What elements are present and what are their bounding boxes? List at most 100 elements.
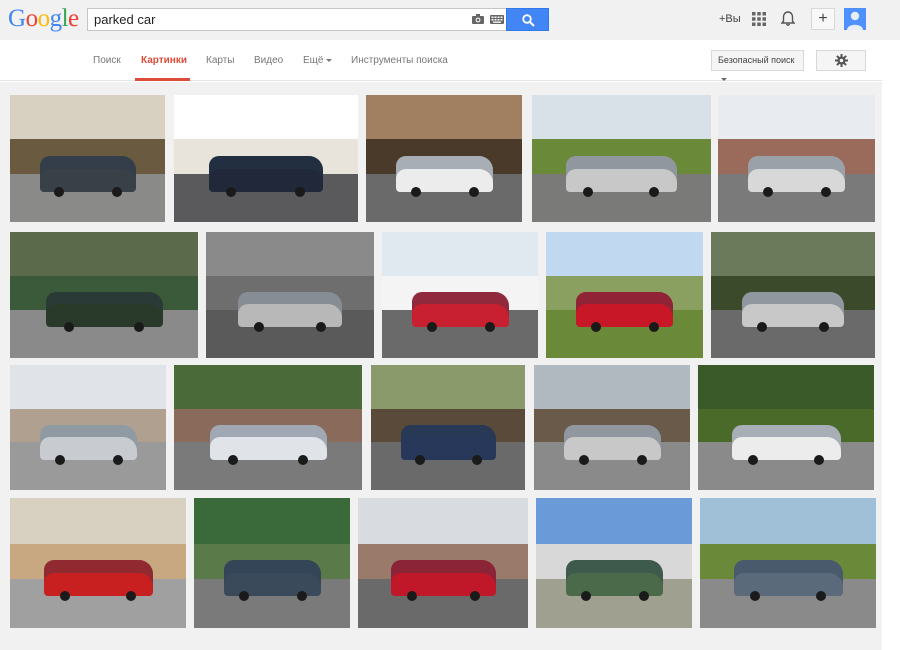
parked-car bbox=[742, 292, 844, 327]
car-wheel bbox=[581, 591, 591, 601]
thumbnail-background bbox=[700, 498, 876, 544]
car-wheel bbox=[750, 591, 760, 601]
parked-car bbox=[401, 425, 496, 460]
car-wheel bbox=[470, 591, 480, 601]
thumbnail-background bbox=[10, 232, 198, 276]
car-wheel bbox=[591, 322, 601, 332]
search-input[interactable] bbox=[94, 11, 454, 28]
car-wheel bbox=[757, 322, 767, 332]
tab-search[interactable]: Поиск bbox=[93, 55, 121, 66]
image-result-thumbnail[interactable] bbox=[711, 232, 875, 358]
parked-car bbox=[210, 425, 327, 460]
plus-icon: + bbox=[818, 10, 828, 27]
tab-images[interactable]: Картинки bbox=[141, 55, 187, 66]
image-result-thumbnail[interactable] bbox=[10, 365, 166, 490]
image-result-thumbnail[interactable] bbox=[546, 232, 703, 358]
thumbnail-background bbox=[10, 498, 186, 544]
car-wheel bbox=[254, 322, 264, 332]
car-wheel bbox=[407, 591, 417, 601]
car-wheel bbox=[113, 455, 123, 465]
parked-car bbox=[748, 156, 845, 192]
thumbnail-background bbox=[174, 365, 362, 409]
car-wheel bbox=[637, 455, 647, 465]
car-wheel bbox=[298, 455, 308, 465]
image-result-thumbnail[interactable] bbox=[194, 498, 350, 628]
plus-you-link[interactable]: +Вы bbox=[719, 13, 741, 25]
car-wheel bbox=[295, 187, 305, 197]
parked-car bbox=[732, 425, 841, 460]
car-wheel bbox=[226, 187, 236, 197]
user-silhouette-icon bbox=[844, 8, 866, 30]
car-wheel bbox=[816, 591, 826, 601]
image-result-thumbnail[interactable] bbox=[534, 365, 690, 490]
parked-car bbox=[576, 292, 673, 327]
image-result-thumbnail[interactable] bbox=[10, 498, 186, 628]
car-wheel bbox=[649, 322, 659, 332]
parked-car bbox=[40, 425, 137, 460]
tab-video[interactable]: Видео bbox=[254, 55, 283, 66]
image-result-thumbnail[interactable] bbox=[174, 95, 358, 222]
thumbnail-background bbox=[366, 95, 522, 139]
logo-letter: G bbox=[8, 5, 26, 32]
parked-car bbox=[238, 292, 342, 327]
image-result-thumbnail[interactable] bbox=[698, 365, 874, 490]
car-wheel bbox=[228, 455, 238, 465]
car-wheel bbox=[472, 455, 482, 465]
tab-search-tools[interactable]: Инструменты поиска bbox=[351, 55, 448, 66]
car-wheel bbox=[60, 591, 70, 601]
parked-car bbox=[396, 156, 493, 192]
image-result-thumbnail[interactable] bbox=[358, 498, 528, 628]
active-tab-indicator bbox=[135, 78, 190, 81]
car-wheel bbox=[583, 187, 593, 197]
image-result-thumbnail[interactable] bbox=[718, 95, 875, 222]
image-result-thumbnail[interactable] bbox=[174, 365, 362, 490]
parked-car bbox=[46, 292, 163, 327]
car-wheel bbox=[411, 187, 421, 197]
image-result-thumbnail[interactable] bbox=[532, 95, 711, 222]
apps-grid-icon[interactable] bbox=[752, 12, 766, 26]
car-wheel bbox=[316, 322, 326, 332]
top-bar: Google +Вы + bbox=[0, 0, 900, 40]
image-result-thumbnail[interactable] bbox=[536, 498, 692, 628]
car-wheel bbox=[485, 322, 495, 332]
car-wheel bbox=[639, 591, 649, 601]
thumbnail-background bbox=[206, 232, 374, 276]
user-avatar[interactable] bbox=[844, 8, 866, 30]
image-result-thumbnail[interactable] bbox=[10, 232, 198, 358]
thumbnail-background bbox=[382, 232, 538, 276]
tab-more-label: Ещё bbox=[303, 55, 324, 66]
camera-icon[interactable] bbox=[472, 14, 484, 24]
safe-search-dropdown[interactable]: Безопасный поиск bbox=[711, 50, 804, 82]
car-wheel bbox=[126, 591, 136, 601]
car-wheel bbox=[112, 187, 122, 197]
car-wheel bbox=[748, 455, 758, 465]
search-box[interactable] bbox=[87, 8, 506, 31]
car-wheel bbox=[649, 187, 659, 197]
thumbnail-background bbox=[536, 498, 692, 544]
image-result-thumbnail[interactable] bbox=[206, 232, 374, 358]
search-button[interactable] bbox=[506, 8, 549, 31]
logo-letter: o bbox=[37, 5, 51, 32]
car-wheel bbox=[134, 322, 144, 332]
car-wheel bbox=[239, 591, 249, 601]
image-result-thumbnail[interactable] bbox=[366, 95, 522, 222]
share-plus-button[interactable]: + bbox=[811, 8, 835, 30]
tab-more[interactable]: Ещё bbox=[303, 55, 333, 66]
settings-button[interactable] bbox=[816, 50, 866, 71]
keyboard-icon[interactable] bbox=[490, 15, 504, 24]
parked-car bbox=[566, 560, 663, 596]
parked-car bbox=[412, 292, 509, 327]
thumbnail-background bbox=[194, 498, 350, 544]
safe-search-label: Безопасный поиск bbox=[718, 55, 795, 65]
image-result-thumbnail[interactable] bbox=[10, 95, 165, 222]
thumbnail-background bbox=[358, 498, 528, 544]
car-wheel bbox=[821, 187, 831, 197]
parked-car bbox=[734, 560, 843, 596]
image-result-thumbnail[interactable] bbox=[371, 365, 525, 490]
image-result-thumbnail[interactable] bbox=[382, 232, 538, 358]
google-logo[interactable]: Google bbox=[8, 5, 79, 33]
thumbnail-background bbox=[532, 95, 711, 139]
image-result-thumbnail[interactable] bbox=[700, 498, 876, 628]
tab-maps[interactable]: Карты bbox=[206, 55, 235, 66]
notifications-bell-icon[interactable] bbox=[781, 11, 795, 27]
